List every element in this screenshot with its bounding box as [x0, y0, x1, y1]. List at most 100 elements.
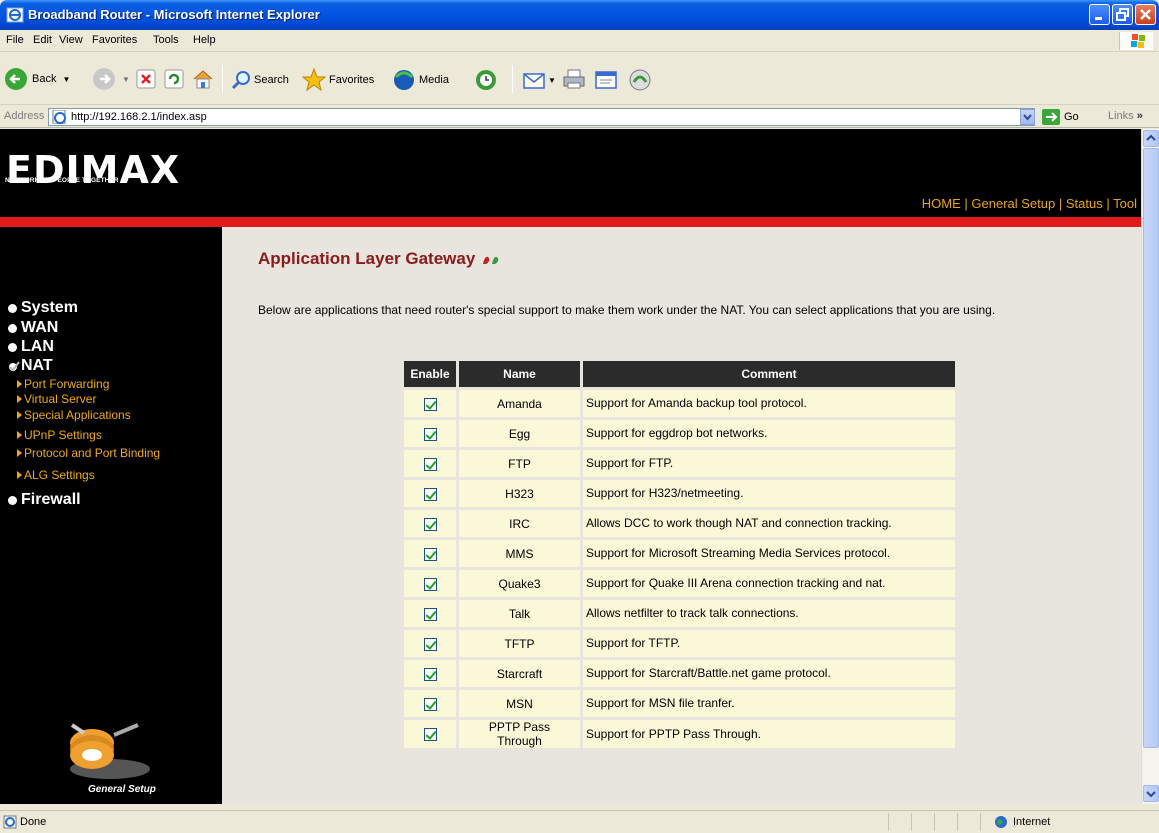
- subitem-label: ALG Settings: [24, 468, 95, 482]
- app-name-cell: TFTP: [459, 630, 580, 657]
- page-title-text: Application Layer Gateway: [258, 249, 476, 268]
- links-button[interactable]: Links »: [1108, 110, 1143, 122]
- minimize-icon: [1095, 17, 1102, 20]
- table-row: MMS Support for Microsoft Streaming Media…: [404, 540, 955, 567]
- menu-help[interactable]: Help: [193, 34, 216, 46]
- mail-icon: [523, 73, 545, 89]
- back-dropdown-icon[interactable]: ▼: [62, 75, 70, 84]
- close-button[interactable]: [1135, 4, 1156, 25]
- nav-home[interactable]: HOME: [922, 196, 961, 211]
- subitem-label: Protocol and Port Binding: [24, 446, 161, 460]
- maximize-button[interactable]: [1112, 4, 1133, 25]
- enable-checkbox[interactable]: [423, 547, 437, 561]
- enable-checkbox[interactable]: [423, 517, 437, 531]
- menu-tools[interactable]: Tools: [153, 34, 179, 46]
- edit-button[interactable]: [594, 69, 620, 91]
- enable-cell: [404, 510, 456, 537]
- arrow-right-icon: [17, 395, 22, 403]
- sidebar-item-lan[interactable]: LAN: [8, 338, 54, 356]
- comment-cell: Support for eggdrop bot networks.: [583, 420, 955, 447]
- arrow-right-icon: [17, 449, 22, 457]
- bullet-icon: [8, 303, 17, 313]
- comment-cell: Support for PPTP Pass Through.: [583, 720, 955, 748]
- table-row: Starcraft Support for Starcraft/Battle.ne…: [404, 660, 955, 687]
- bullet-icon: [8, 342, 17, 352]
- table-row: PPTP Pass Through Support for PPTP Pass T…: [404, 720, 955, 748]
- scroll-up-button[interactable]: [1143, 130, 1159, 147]
- enable-checkbox[interactable]: [423, 728, 437, 742]
- enable-cell: [404, 660, 456, 687]
- app-name-cell: FTP: [459, 450, 580, 477]
- mail-dropdown-icon[interactable]: ▼: [548, 76, 556, 85]
- history-button[interactable]: [474, 68, 498, 92]
- address-label: Address: [4, 110, 45, 122]
- sidebar-item-firewall[interactable]: Firewall: [8, 491, 81, 509]
- enable-cell: [404, 540, 456, 567]
- page-icon: [52, 110, 66, 124]
- media-button[interactable]: Media: [392, 69, 449, 91]
- history-icon: [476, 70, 496, 90]
- enable-checkbox[interactable]: [423, 427, 437, 441]
- enable-checkbox[interactable]: [423, 487, 437, 501]
- menu-favorites[interactable]: Favorites: [92, 34, 137, 46]
- menu-edit[interactable]: Edit: [33, 34, 52, 46]
- arrow-right-icon: [17, 471, 22, 479]
- nav-general-setup[interactable]: General Setup: [971, 196, 1055, 211]
- enable-checkbox[interactable]: [423, 637, 437, 651]
- comment-cell: Allows DCC to work though NAT and connec…: [583, 510, 955, 537]
- enable-checkbox[interactable]: [423, 697, 437, 711]
- menu-view[interactable]: View: [59, 34, 83, 46]
- sidebar-subitem-protocol-port-binding[interactable]: Protocol and Port Binding: [17, 446, 160, 460]
- enable-checkbox[interactable]: [423, 607, 437, 621]
- stop-button[interactable]: [136, 69, 156, 89]
- minimize-button[interactable]: [1089, 4, 1110, 25]
- window-title: Broadband Router - Microsoft Internet Ex…: [28, 7, 320, 22]
- back-button[interactable]: Back ▼: [4, 67, 70, 91]
- address-dropdown[interactable]: [1020, 109, 1035, 125]
- chevron-down-icon: [1023, 114, 1032, 121]
- subitem-label: Virtual Server: [24, 392, 97, 406]
- nav-status[interactable]: Status: [1066, 196, 1103, 211]
- alg-table: Enable Name Comment Amanda Support for Am…: [401, 358, 958, 751]
- favorites-button[interactable]: Favorites: [302, 68, 374, 92]
- vertical-scrollbar[interactable]: [1141, 129, 1159, 804]
- sidebar-subitem-upnp-settings[interactable]: UPnP Settings: [17, 428, 102, 442]
- address-input[interactable]: http://192.168.2.1/index.asp: [48, 108, 1035, 126]
- page-title: Application Layer Gateway: [258, 249, 502, 269]
- mail-button[interactable]: ▼: [522, 69, 556, 91]
- scroll-thumb[interactable]: [1143, 148, 1159, 748]
- enable-checkbox[interactable]: [423, 577, 437, 591]
- top-navigation: HOME | General Setup | Status | Tool: [922, 196, 1137, 211]
- enable-checkbox[interactable]: [423, 457, 437, 471]
- enable-checkbox[interactable]: [423, 397, 437, 411]
- sidebar-item-wan[interactable]: WAN: [8, 319, 58, 337]
- menu-file[interactable]: File: [6, 34, 24, 46]
- comment-cell: Support for FTP.: [583, 450, 955, 477]
- enable-checkbox[interactable]: [423, 667, 437, 681]
- forward-dropdown-icon[interactable]: ▼: [122, 75, 130, 84]
- refresh-icon: [164, 69, 184, 89]
- messenger-icon: [629, 69, 651, 91]
- restore-icon: [1116, 8, 1129, 21]
- help-icon[interactable]: [480, 252, 502, 266]
- chevron-up-icon: [1146, 134, 1156, 141]
- nav-tool[interactable]: Tool: [1113, 196, 1137, 211]
- sidebar-subitem-port-forwarding[interactable]: Port Forwarding: [17, 377, 109, 391]
- messenger-button[interactable]: [628, 68, 652, 92]
- comment-cell: Support for Starcraft/Battle.net game pr…: [583, 660, 955, 687]
- search-button[interactable]: Search: [230, 69, 289, 91]
- sidebar-subitem-alg-settings[interactable]: ALG Settings: [17, 468, 95, 482]
- sidebar-subitem-virtual-server[interactable]: Virtual Server: [17, 392, 96, 406]
- sidebar-subitem-special-applications[interactable]: Special Applications: [17, 408, 131, 422]
- sidebar-item-nat[interactable]: NAT: [8, 357, 53, 375]
- refresh-button[interactable]: [164, 69, 184, 89]
- sidebar-item-system[interactable]: System: [8, 299, 78, 317]
- print-button[interactable]: [562, 68, 586, 90]
- scroll-down-button[interactable]: [1143, 785, 1159, 802]
- forward-button[interactable]: ▼: [92, 67, 130, 91]
- enable-cell: [404, 420, 456, 447]
- go-button[interactable]: Go: [1042, 109, 1079, 125]
- home-button[interactable]: [192, 68, 214, 90]
- print-icon: [563, 69, 585, 89]
- app-name-cell: Starcraft: [459, 660, 580, 687]
